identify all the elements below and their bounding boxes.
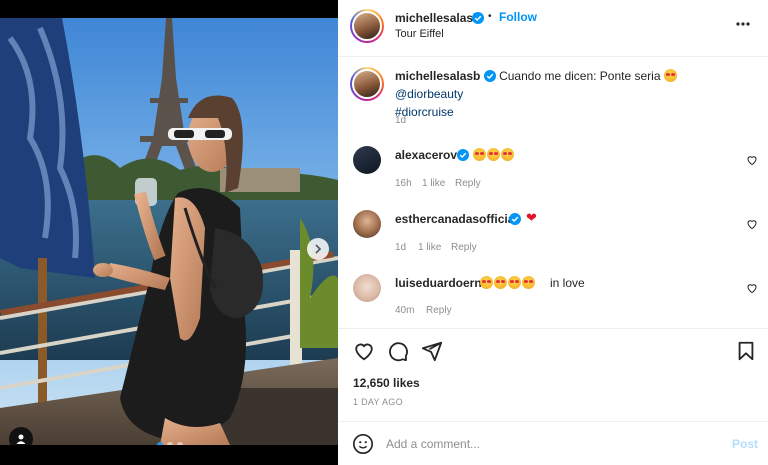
post-date: 1 DAY AGO: [353, 397, 403, 407]
post-comment-button[interactable]: Post: [732, 437, 758, 451]
more-options-icon[interactable]: [736, 22, 750, 26]
comment-avatar[interactable]: [353, 210, 381, 238]
caption-age: 1d: [395, 115, 407, 126]
actions-divider: [338, 328, 768, 329]
comment-avatar[interactable]: [353, 146, 381, 174]
comment-text: in love: [550, 276, 585, 290]
separator-dot: •: [488, 11, 492, 22]
heart-icon[interactable]: [746, 282, 758, 294]
caption-username[interactable]: michellesalasb: [395, 69, 480, 83]
caption-author-avatar[interactable]: [350, 67, 384, 101]
comment-icon[interactable]: [387, 340, 409, 362]
author-username[interactable]: michellesalasb: [395, 11, 480, 25]
reply-button[interactable]: Reply: [451, 242, 477, 253]
comment-likes[interactable]: 1 like: [422, 178, 445, 189]
verified-badge-icon: [483, 70, 496, 82]
user-tag-icon: [16, 434, 26, 444]
post-location[interactable]: Tour Eiffel: [395, 28, 444, 40]
carousel-dot[interactable]: [157, 442, 163, 445]
follow-button[interactable]: Follow: [499, 10, 537, 24]
like-heart-icon[interactable]: [353, 340, 375, 362]
post-details-panel: michellesalasb • Follow Tour Eiffel mich…: [338, 0, 768, 465]
likes-count[interactable]: 12,650 likes: [353, 376, 420, 390]
carousel-dot[interactable]: [167, 442, 173, 445]
comment-emojis: [473, 148, 515, 162]
comment-emojis: [480, 276, 536, 290]
heart-icon[interactable]: [746, 154, 758, 166]
caption-mention-link[interactable]: @diorbeauty: [395, 87, 463, 101]
post-header: michellesalasb • Follow Tour Eiffel: [338, 0, 768, 57]
verified-badge-icon: [509, 213, 521, 225]
carousel-indicator: [157, 442, 183, 445]
verified-badge-icon: [472, 12, 484, 24]
carousel-dot[interactable]: [177, 442, 183, 445]
post-photo[interactable]: [0, 18, 338, 445]
comment-username[interactable]: luiseduardoern: [395, 276, 482, 290]
comment-username[interactable]: esthercanadasofficial: [395, 212, 518, 226]
user-tag-button[interactable]: [9, 427, 33, 445]
instagram-post-modal: michellesalasb • Follow Tour Eiffel mich…: [0, 0, 768, 465]
chevron-right-icon: [315, 244, 322, 254]
reply-button[interactable]: Reply: [426, 305, 452, 316]
caption-text: Cuando me dicen: Ponte seria: [499, 69, 661, 83]
next-slide-button[interactable]: [307, 238, 329, 260]
bookmark-icon[interactable]: [735, 340, 757, 362]
share-icon[interactable]: [421, 340, 443, 362]
comment-age: 16h: [395, 178, 412, 189]
comment-age: 40m: [395, 305, 415, 316]
comment-avatar[interactable]: [353, 274, 381, 302]
post-caption: michellesalasb Cuando me dicen: Ponte se…: [395, 67, 740, 121]
comment-age: 1d: [395, 242, 407, 253]
star-struck-emoji: [663, 69, 677, 82]
photo-illustration: [0, 18, 338, 445]
composer-divider: [338, 421, 768, 422]
comment-likes[interactable]: 1 like: [418, 242, 441, 253]
reply-button[interactable]: Reply: [455, 178, 481, 189]
comment-username[interactable]: alexacerov: [395, 148, 457, 162]
add-comment-input[interactable]: [386, 434, 716, 454]
author-avatar[interactable]: [350, 9, 384, 43]
heart-icon[interactable]: [746, 218, 758, 230]
verified-badge-icon: [457, 149, 469, 161]
emoji-icon[interactable]: [352, 433, 374, 455]
red-heart-emoji: ❤: [526, 210, 537, 225]
